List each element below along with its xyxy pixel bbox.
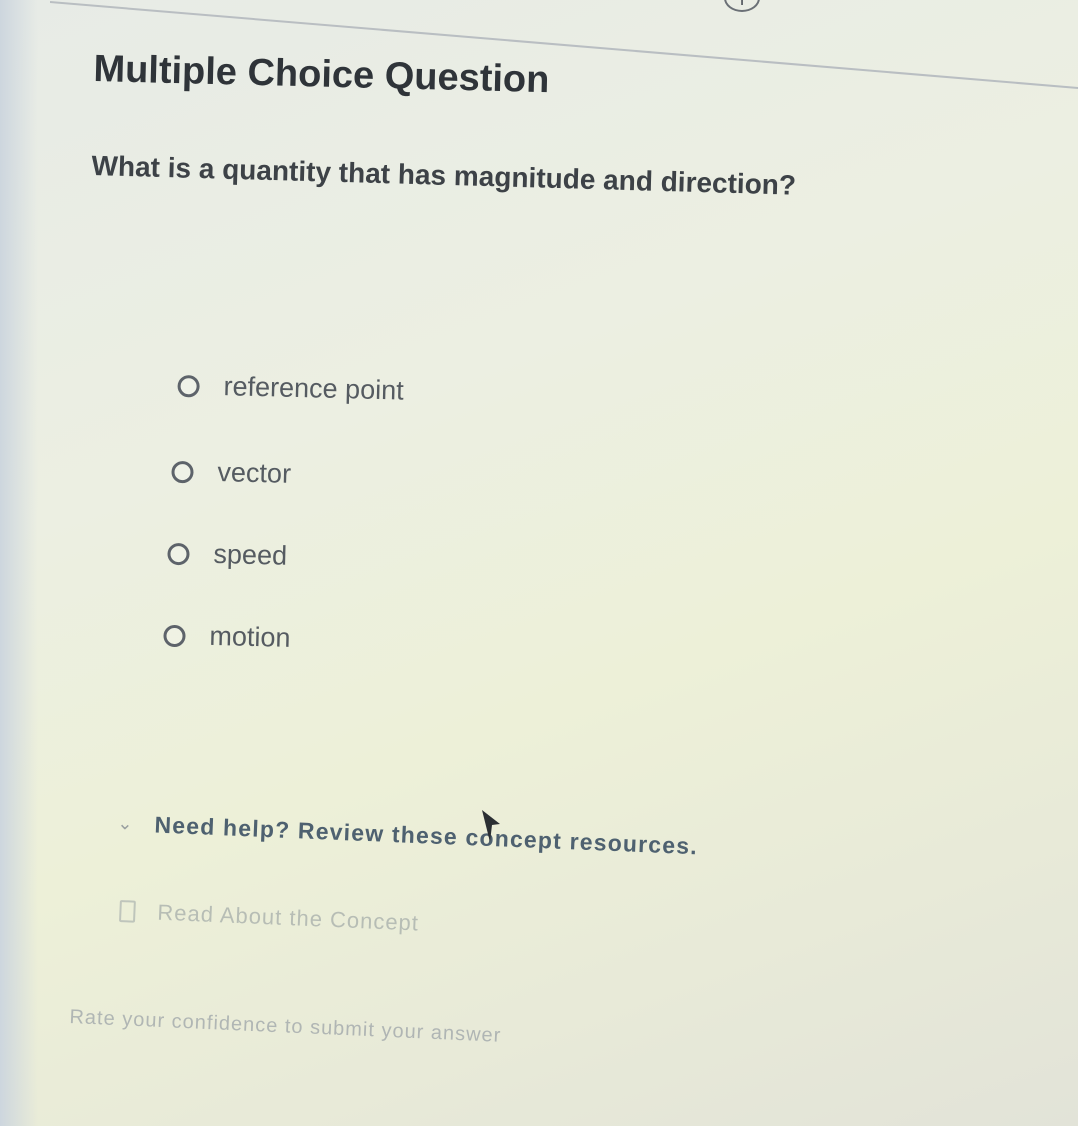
info-icon-glyph: i (740, 0, 744, 8)
option-label: motion (209, 620, 291, 653)
confidence-prompt: Rate your confidence to submit your answ… (69, 1006, 502, 1047)
question-prompt: What is a quantity that has magnitude an… (91, 150, 797, 201)
help-link[interactable]: Need help? Review these concept resource… (154, 811, 698, 860)
answer-options: reference point vector speed motion (163, 370, 778, 705)
radio-button[interactable] (171, 460, 194, 483)
mouse-cursor-icon (482, 810, 500, 842)
option-label: reference point (223, 371, 405, 406)
help-toggle[interactable]: ⌄ Need help? Review these concept resour… (117, 810, 698, 860)
option-reference-point[interactable]: reference point (177, 370, 404, 407)
option-vector[interactable]: vector (171, 456, 291, 490)
radio-button[interactable] (177, 374, 200, 398)
option-speed[interactable]: speed (167, 538, 287, 572)
screen-edge-shadow (0, 0, 38, 1126)
option-motion[interactable]: motion (163, 620, 291, 654)
resource-read-about-concept[interactable]: Read About the Concept (118, 898, 420, 937)
option-label: speed (213, 538, 288, 571)
option-label: vector (217, 457, 292, 489)
book-icon (118, 899, 136, 923)
radio-button[interactable] (167, 542, 190, 565)
radio-button[interactable] (163, 624, 186, 647)
resource-label[interactable]: Read About the Concept (157, 900, 420, 937)
chevron-down-icon: ⌄ (117, 812, 133, 834)
